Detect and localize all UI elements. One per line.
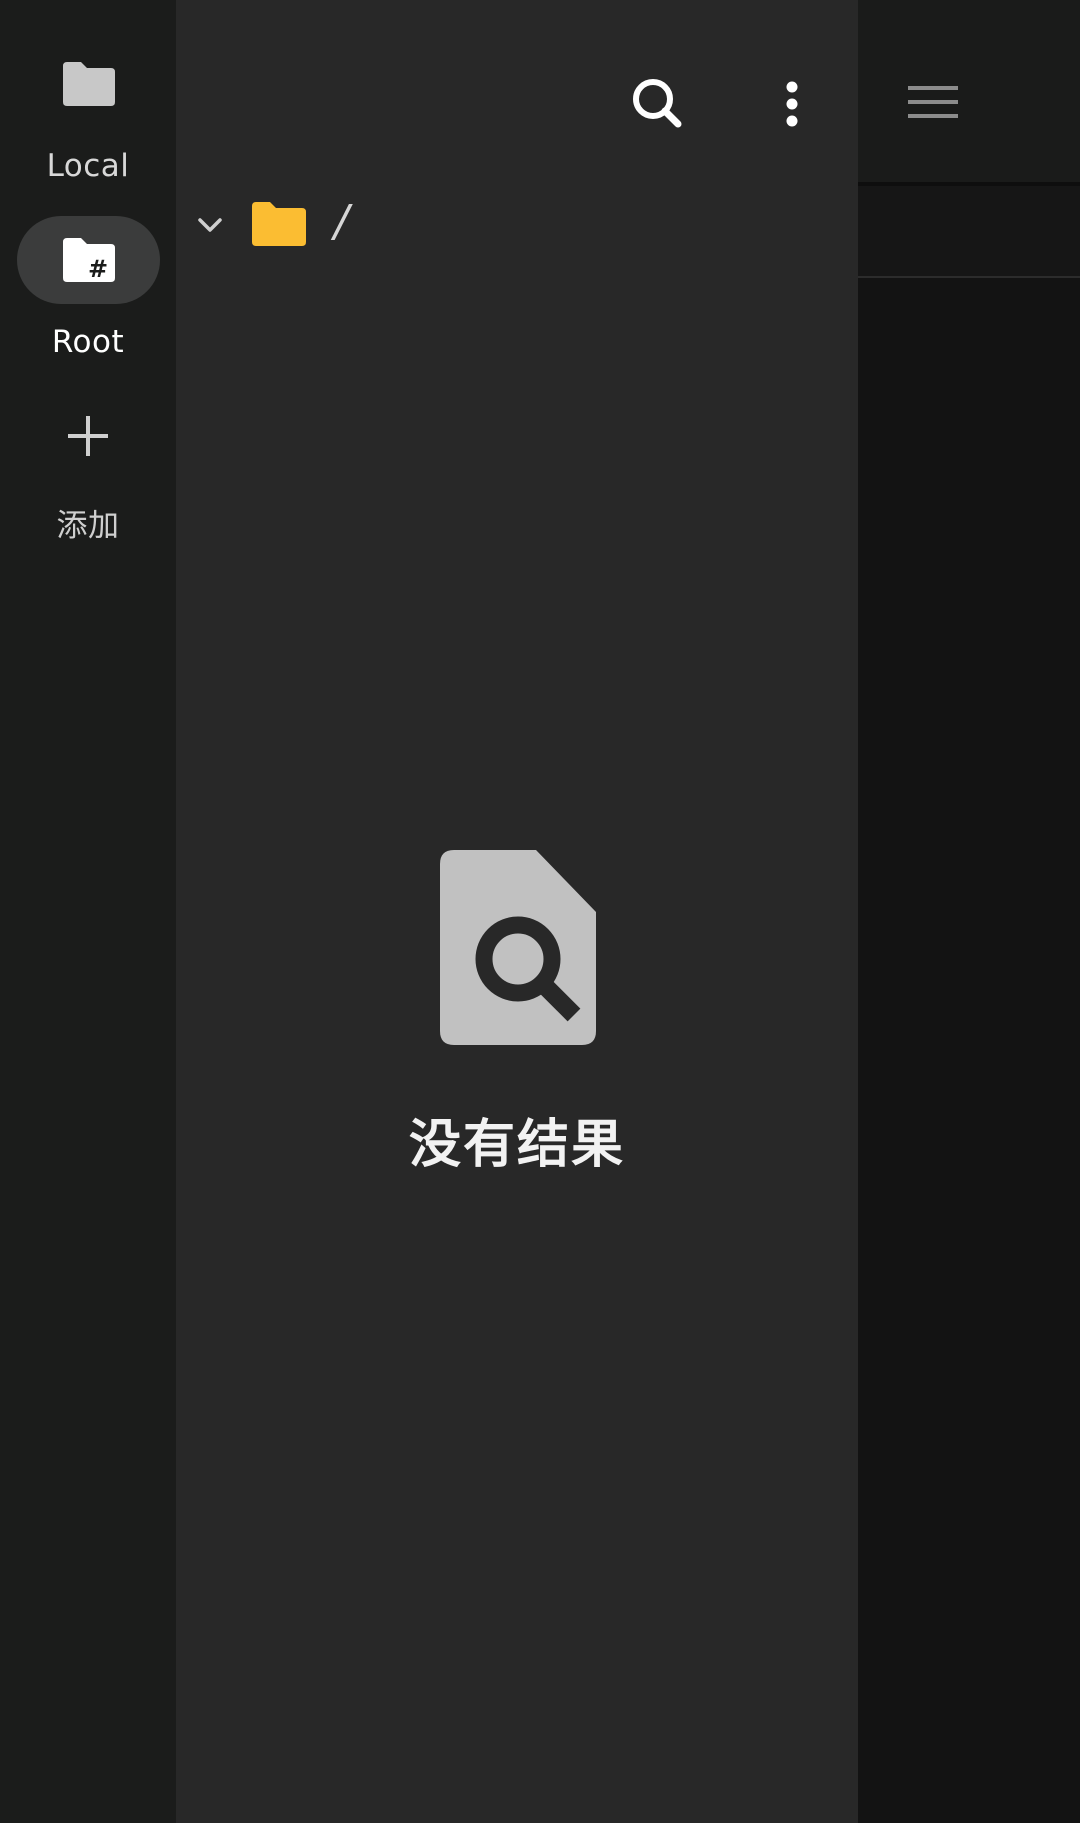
path-text: / bbox=[334, 196, 349, 247]
more-vert-icon bbox=[752, 81, 832, 148]
background-app bbox=[858, 0, 1080, 1823]
storage-rail: Local # Root 添加 bbox=[0, 0, 176, 1823]
empty-state-label: 没有结果 bbox=[408, 1115, 625, 1175]
rail-item-label: Root bbox=[51, 324, 125, 360]
folder-icon bbox=[250, 200, 308, 252]
file-search-icon bbox=[440, 850, 596, 1045]
search-button[interactable] bbox=[618, 64, 698, 144]
rail-item-add[interactable]: 添加 bbox=[0, 392, 176, 552]
svg-text:#: # bbox=[88, 255, 108, 283]
folder-drawer: / 没有结果 bbox=[176, 0, 858, 1823]
rail-item-local[interactable]: Local bbox=[0, 40, 176, 200]
more-options-button[interactable] bbox=[752, 64, 832, 144]
search-icon bbox=[618, 79, 698, 148]
rail-item-label: Local bbox=[46, 148, 130, 184]
plus-icon bbox=[59, 412, 117, 460]
background-app-bar bbox=[858, 0, 1080, 186]
rail-item-root[interactable]: # Root bbox=[0, 216, 176, 376]
hamburger-menu-icon[interactable] bbox=[906, 76, 960, 134]
rail-item-label: 添加 bbox=[56, 508, 120, 544]
background-tab-bar bbox=[858, 186, 1080, 278]
folder-hash-icon: # bbox=[59, 236, 117, 284]
app-screen: Local # Root 添加 / 没有结果 bbox=[0, 0, 1080, 1823]
chevron-down-icon[interactable] bbox=[194, 210, 226, 244]
folder-icon bbox=[59, 60, 117, 108]
path-row[interactable]: / bbox=[176, 190, 858, 260]
